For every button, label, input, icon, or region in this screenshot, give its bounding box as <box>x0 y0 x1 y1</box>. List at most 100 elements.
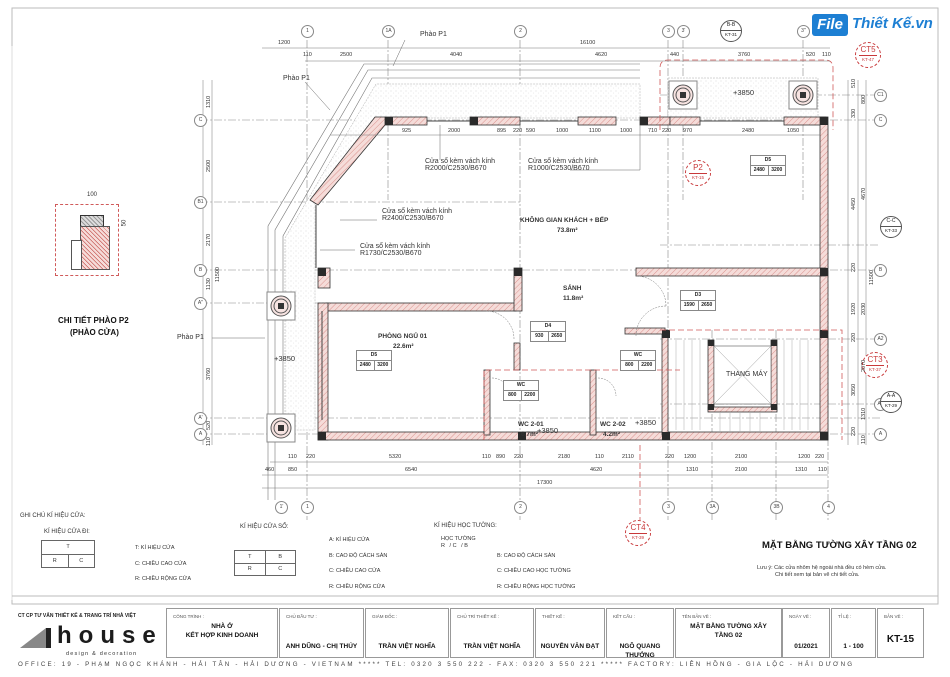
door-tag-code: D4 <box>531 322 565 332</box>
door-cell-c: C <box>79 558 84 564</box>
titleblock-value: NHÀ Ở KẾT HỢP KINH DOANH <box>185 623 259 639</box>
drawing-title: MẶT BẰNG TƯỜNG XÂY TẦNG 02 <box>762 540 917 551</box>
door-tag-width: 930 <box>531 332 549 341</box>
dimension-label: 2000 <box>448 128 461 134</box>
door-legend-item: C: CHIỀU CAO CỬA <box>135 561 187 567</box>
door-tag-height: 2200 <box>641 362 653 368</box>
window-legend-item: A: KÍ HIỆU CỬA <box>329 537 370 543</box>
room-area-wc2: 4.2m² <box>603 431 620 438</box>
grid-bubble-left: A'' <box>194 297 207 310</box>
level-mark: +3850 <box>733 88 755 97</box>
section-mark[interactable]: C-C KT-33 <box>880 216 902 238</box>
dimension-label: 2500 <box>206 159 212 172</box>
detail-p2-title: CHI TIẾT PHÀO P2 <box>58 316 129 325</box>
grid-bubble-top: 3'' <box>797 25 810 38</box>
door-tag-code: D5 <box>751 156 785 166</box>
window-legend-title: KÍ HIỆU CỬA SỔ: <box>240 524 289 530</box>
dimension-label: 1200 <box>278 40 291 46</box>
dimension-label: 1310 <box>206 95 212 108</box>
door-cell-t: T <box>42 541 94 555</box>
drawing-note-1: Lưu ý: Các cửa nhôm hệ ngoài nhà đều có … <box>757 565 887 571</box>
dimension-label: 2480 <box>742 128 755 134</box>
level-mark: +3850 <box>635 418 657 427</box>
detail-callout[interactable]: P2 KT-15 <box>685 160 711 186</box>
door-tag: D5 2480 3200 <box>356 350 392 371</box>
door-tag: D4 930 2650 <box>530 321 566 342</box>
dimension-label: 970 <box>683 128 693 134</box>
detail-callout[interactable]: CT5 KT-47 <box>855 42 881 68</box>
moulding-label: Phào P1 <box>177 334 204 341</box>
dimension-label: 110 <box>861 435 867 444</box>
dimension-label: 220 <box>662 128 672 134</box>
titleblock-value: NGUYỄN VĂN ĐẠT <box>540 643 600 650</box>
detail-sheet: KT-39 <box>629 533 647 541</box>
dimension-label: 2100 <box>735 454 748 460</box>
window-cell-c: C <box>278 566 283 572</box>
dimension-label: 1200 <box>798 454 811 460</box>
window-cell-b: B <box>278 554 283 560</box>
wall-code-line2: R / C / B <box>441 543 468 549</box>
dimension-label: 440 <box>670 52 680 58</box>
grid-bubble-top: 1 <box>301 25 314 38</box>
titleblock-caption: KẾT CẤU : <box>613 614 635 619</box>
dimension-label: 220 <box>815 454 825 460</box>
door-legend-item: T: KÍ HIỆU CỬA <box>135 545 175 551</box>
dimension-label: 520 <box>806 52 816 58</box>
dimension-label: 110 <box>303 52 312 58</box>
dimension-label: 800 <box>861 94 867 104</box>
dimension-label: 17300 <box>537 480 553 486</box>
dimension-label: 710 <box>648 128 658 134</box>
room-name-elevator: THANG MÁY <box>726 371 768 378</box>
detail-p2: 100 50 <box>55 190 127 280</box>
company-name: CT CP TƯ VẤN THIẾT KẾ & TRANG TRÍ NHÀ VI… <box>18 613 136 619</box>
company-logo-sub: design & decoration <box>66 651 138 657</box>
dimension-label: 520 <box>206 420 212 430</box>
section-code: A-A <box>886 393 896 399</box>
grid-bubble-bottom: 3A <box>706 501 719 514</box>
grid-bubble-bottom: 3 <box>662 501 675 514</box>
dimension-label: 1920 <box>851 302 857 315</box>
dimension-label: 110 <box>822 52 831 58</box>
window-legend-item: R: CHIỀU RỘNG CỬA <box>329 584 386 590</box>
door-legend-title: KÍ HIỆU CỬA ĐI: <box>44 529 90 535</box>
titleblock-value: 01/2021 <box>794 643 818 650</box>
detail-code: CT4 <box>630 523 646 532</box>
dimension-label: 2030 <box>861 302 867 315</box>
section-mark[interactable]: A-A KT-29 <box>880 391 902 413</box>
door-tag: WC 800 2200 <box>503 380 539 401</box>
grid-bubble-top: 3' <box>677 25 690 38</box>
door-tag-width: 800 <box>621 361 639 370</box>
dimension-label: 110 <box>206 437 212 446</box>
titleblock-cell: CHỦ TRÌ THIẾT KẾ : TRẦN VIỆT NGHĨA <box>450 608 534 658</box>
grid-bubble-left: B <box>194 264 207 277</box>
dimension-label: 2100 <box>735 467 748 473</box>
dimension-label: 1310 <box>861 407 867 420</box>
dimension-label: 4040 <box>450 52 463 58</box>
window-cell-r: R <box>235 564 266 575</box>
grid-bubble-right: B <box>874 264 887 277</box>
section-mark[interactable]: B-B KT-31 <box>720 20 742 42</box>
titleblock-value: KT-15 <box>886 634 915 645</box>
detail-callout[interactable]: CT4 KT-39 <box>625 520 651 546</box>
titleblock-cell: NGÀY VẼ : 01/2021 <box>782 608 830 658</box>
titleblock-caption: CÔNG TRÌNH : <box>173 614 204 619</box>
dimension-label: 220 <box>851 262 857 272</box>
balcony-slab <box>284 83 641 431</box>
grid-bubble-right: C1 <box>874 89 887 102</box>
room-area-lobby: 11.8m² <box>563 295 584 302</box>
titleblock-value: ANH DŨNG - CHỊ THÚY <box>285 643 358 650</box>
dimension-label: 3760 <box>738 52 751 58</box>
dimension-label: 220 <box>514 454 524 460</box>
titleblock-caption: TỈ LỆ : <box>838 614 852 619</box>
level-mark: +3850 <box>537 426 559 435</box>
dimension-label: 1130 <box>206 278 212 290</box>
dimension-label: 110 <box>595 454 604 460</box>
wall-code-line1: HỌC TƯỜNG <box>441 536 476 542</box>
grid-bubble-left: B1 <box>194 196 207 209</box>
door-legend-item: R: CHIỀU RỘNG CỬA <box>135 576 192 582</box>
titleblock-cell: CÔNG TRÌNH : NHÀ Ở KẾT HỢP KINH DOANH <box>166 608 278 658</box>
dimension-label: 220 <box>513 128 523 134</box>
grid-bubble-bottom: 3B <box>770 501 783 514</box>
titleblock-cell: GIÁM ĐỐC : TRẦN VIỆT NGHĨA <box>365 608 449 658</box>
detail-sheet: KT-37 <box>866 365 884 373</box>
